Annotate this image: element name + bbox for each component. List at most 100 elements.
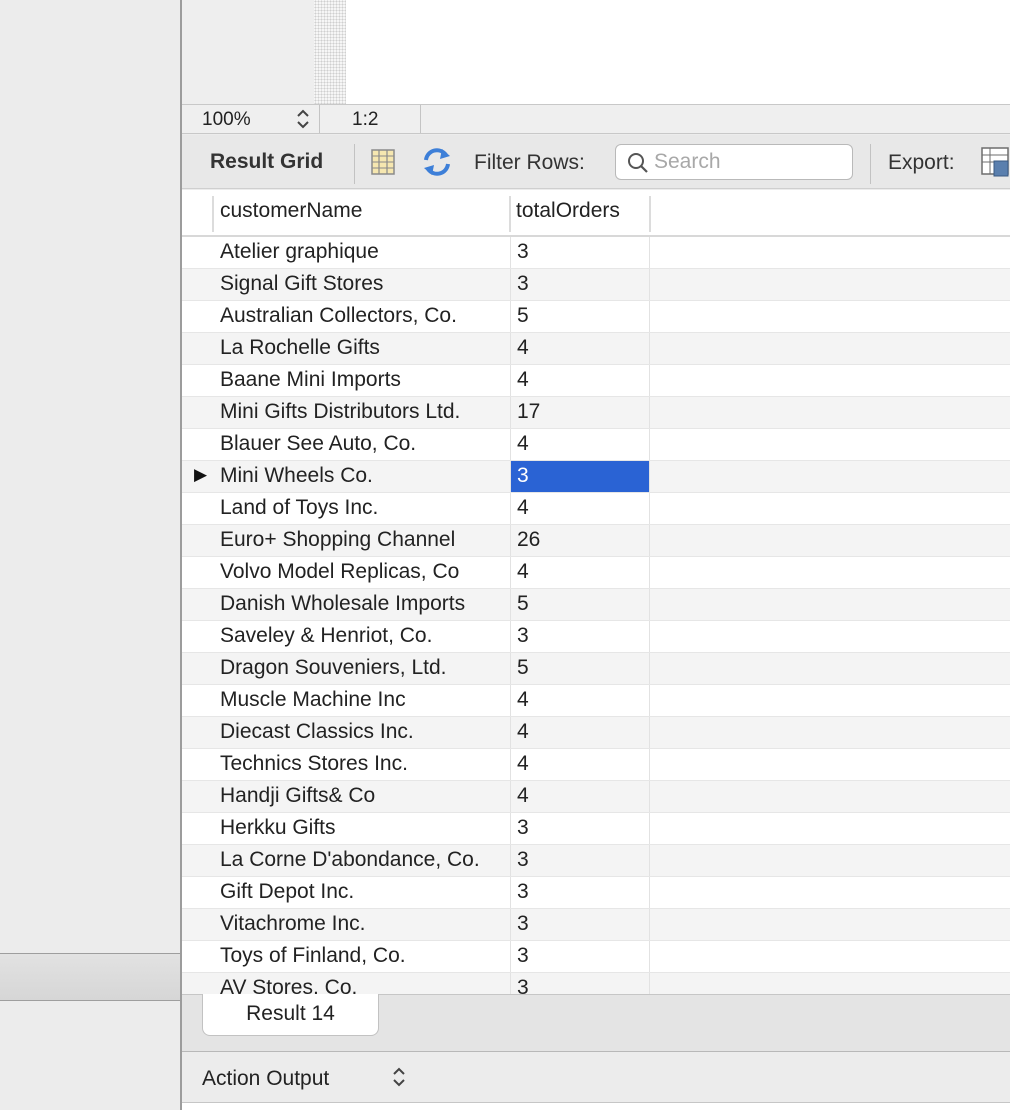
table-row[interactable]: La Corne D'abondance, Co. 3 bbox=[182, 845, 1010, 877]
table-row[interactable]: Herkku Gifts 3 bbox=[182, 813, 1010, 845]
cell-customername[interactable]: Mini Gifts Distributors Ltd. bbox=[220, 400, 510, 424]
cell-customername[interactable]: Diecast Classics Inc. bbox=[220, 720, 510, 744]
column-divider[interactable] bbox=[509, 196, 511, 232]
cell-customername[interactable]: Baane Mini Imports bbox=[220, 368, 510, 392]
table-row[interactable]: Signal Gift Stores 3 bbox=[182, 269, 1010, 301]
table-row[interactable]: La Rochelle Gifts 4 bbox=[182, 333, 1010, 365]
cell-totalorders[interactable]: 4 bbox=[510, 493, 650, 524]
cell-customername[interactable]: Land of Toys Inc. bbox=[220, 496, 510, 520]
grid-header: customerName totalOrders bbox=[182, 190, 1010, 237]
cell-customername[interactable]: La Corne D'abondance, Co. bbox=[220, 848, 510, 872]
empty-cell bbox=[652, 269, 1010, 300]
cell-customername[interactable]: Muscle Machine Inc bbox=[220, 688, 510, 712]
table-row[interactable]: Volvo Model Replicas, Co 4 bbox=[182, 557, 1010, 589]
result-grid-tab[interactable]: Result Grid bbox=[210, 150, 323, 174]
sql-editor[interactable] bbox=[182, 0, 1010, 104]
table-row[interactable]: Land of Toys Inc. 4 bbox=[182, 493, 1010, 525]
table-row[interactable]: Blauer See Auto, Co. 4 bbox=[182, 429, 1010, 461]
table-row[interactable]: Australian Collectors, Co. 5 bbox=[182, 301, 1010, 333]
result-grid[interactable]: customerName totalOrders Atelier graphiq… bbox=[182, 190, 1010, 994]
cell-customername[interactable]: Danish Wholesale Imports bbox=[220, 592, 510, 616]
empty-cell bbox=[652, 749, 1010, 780]
cell-totalorders[interactable]: 3 bbox=[510, 941, 650, 972]
cell-totalorders[interactable]: 4 bbox=[510, 717, 650, 748]
cell-customername[interactable]: Mini Wheels Co. bbox=[220, 464, 510, 488]
table-row[interactable]: Gift Depot Inc. 3 bbox=[182, 877, 1010, 909]
export-grid-icon[interactable] bbox=[980, 145, 1010, 179]
cell-totalorders[interactable]: 3 bbox=[510, 237, 650, 268]
cell-customername[interactable]: AV Stores, Co. bbox=[220, 976, 510, 994]
cell-totalorders[interactable]: 4 bbox=[510, 429, 650, 460]
cell-customername[interactable]: Australian Collectors, Co. bbox=[220, 304, 510, 328]
cell-customername[interactable]: Atelier graphique bbox=[220, 240, 510, 264]
cell-customername[interactable]: La Rochelle Gifts bbox=[220, 336, 510, 360]
result-tab[interactable]: Result 14 bbox=[202, 994, 379, 1036]
cell-totalorders[interactable]: 3 bbox=[510, 909, 650, 940]
action-output-selector[interactable]: Action Output bbox=[202, 1067, 329, 1091]
table-row[interactable]: ▶ Mini Wheels Co. 3 bbox=[182, 461, 1010, 493]
cell-customername[interactable]: Dragon Souveniers, Ltd. bbox=[220, 656, 510, 680]
table-row[interactable]: Baane Mini Imports 4 bbox=[182, 365, 1010, 397]
cell-customername[interactable]: Handji Gifts& Co bbox=[220, 784, 510, 808]
cell-totalorders[interactable]: 3 bbox=[510, 877, 650, 908]
table-row[interactable]: Mini Gifts Distributors Ltd. 17 bbox=[182, 397, 1010, 429]
table-row[interactable]: AV Stores, Co. 3 bbox=[182, 973, 1010, 994]
filter-search-box[interactable] bbox=[615, 144, 853, 180]
cell-totalorders[interactable]: 3 bbox=[510, 621, 650, 652]
column-header-totalorders[interactable]: totalOrders bbox=[516, 199, 620, 223]
table-row[interactable]: Dragon Souveniers, Ltd. 5 bbox=[182, 653, 1010, 685]
cell-totalorders[interactable]: 4 bbox=[510, 365, 650, 396]
zoom-stepper-icon[interactable] bbox=[294, 107, 312, 131]
empty-cell bbox=[652, 429, 1010, 460]
cell-totalorders[interactable]: 3 bbox=[510, 813, 650, 844]
cell-totalorders[interactable]: 3 bbox=[510, 973, 650, 994]
chevron-updown-icon[interactable] bbox=[390, 1064, 408, 1090]
cell-totalorders[interactable]: 3 bbox=[510, 461, 650, 492]
column-grid-icon[interactable] bbox=[370, 148, 396, 176]
table-row[interactable]: Saveley & Henriot, Co. 3 bbox=[182, 621, 1010, 653]
sidebar-splitter[interactable] bbox=[0, 953, 181, 1001]
cell-customername[interactable]: Vitachrome Inc. bbox=[220, 912, 510, 936]
table-row[interactable]: Atelier graphique 3 bbox=[182, 237, 1010, 269]
cell-totalorders[interactable]: 3 bbox=[510, 269, 650, 300]
cell-customername[interactable]: Signal Gift Stores bbox=[220, 272, 510, 296]
zoom-level[interactable]: 100% bbox=[202, 109, 251, 131]
cell-totalorders[interactable]: 4 bbox=[510, 685, 650, 716]
cell-customername[interactable]: Gift Depot Inc. bbox=[220, 880, 510, 904]
table-row[interactable]: Danish Wholesale Imports 5 bbox=[182, 589, 1010, 621]
cell-customername[interactable]: Euro+ Shopping Channel bbox=[220, 528, 510, 552]
empty-cell bbox=[652, 941, 1010, 972]
cell-customername[interactable]: Blauer See Auto, Co. bbox=[220, 432, 510, 456]
cell-customername[interactable]: Herkku Gifts bbox=[220, 816, 510, 840]
column-header-customername[interactable]: customerName bbox=[220, 199, 362, 223]
action-output-bar: Action Output bbox=[182, 1053, 1010, 1103]
cell-totalorders[interactable]: 17 bbox=[510, 397, 650, 428]
cell-customername[interactable]: Toys of Finland, Co. bbox=[220, 944, 510, 968]
column-divider[interactable] bbox=[649, 196, 651, 232]
column-divider[interactable] bbox=[212, 196, 214, 232]
cell-customername[interactable]: Volvo Model Replicas, Co bbox=[220, 560, 510, 584]
cell-totalorders[interactable]: 5 bbox=[510, 653, 650, 684]
cell-customername[interactable]: Saveley & Henriot, Co. bbox=[220, 624, 510, 648]
table-row[interactable]: Handji Gifts& Co 4 bbox=[182, 781, 1010, 813]
cell-customername[interactable]: Technics Stores Inc. bbox=[220, 752, 510, 776]
table-row[interactable]: Toys of Finland, Co. 3 bbox=[182, 941, 1010, 973]
cell-totalorders[interactable]: 4 bbox=[510, 557, 650, 588]
cell-totalorders[interactable]: 4 bbox=[510, 333, 650, 364]
cell-totalorders[interactable]: 4 bbox=[510, 781, 650, 812]
table-row[interactable]: Euro+ Shopping Channel 26 bbox=[182, 525, 1010, 557]
search-icon bbox=[628, 153, 648, 173]
filter-search-input[interactable] bbox=[654, 150, 844, 174]
table-row[interactable]: Diecast Classics Inc. 4 bbox=[182, 717, 1010, 749]
cell-totalorders[interactable]: 3 bbox=[510, 845, 650, 876]
table-row[interactable]: Vitachrome Inc. 3 bbox=[182, 909, 1010, 941]
refresh-icon[interactable] bbox=[420, 146, 454, 178]
cell-totalorders[interactable]: 5 bbox=[510, 589, 650, 620]
row-marker-icon: ▶ bbox=[194, 465, 208, 484]
empty-cell bbox=[652, 525, 1010, 556]
cell-totalorders[interactable]: 26 bbox=[510, 525, 650, 556]
cell-totalorders[interactable]: 4 bbox=[510, 749, 650, 780]
table-row[interactable]: Technics Stores Inc. 4 bbox=[182, 749, 1010, 781]
table-row[interactable]: Muscle Machine Inc 4 bbox=[182, 685, 1010, 717]
cell-totalorders[interactable]: 5 bbox=[510, 301, 650, 332]
